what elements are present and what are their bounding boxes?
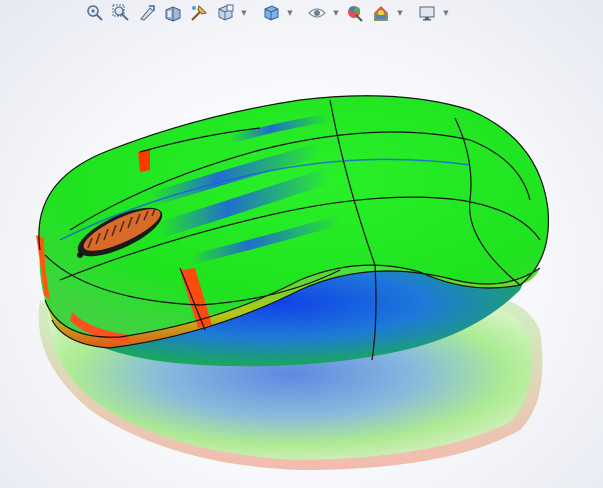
curvature-model[interactable] — [0, 0, 603, 488]
graphics-viewport[interactable]: ▼ ▼ ▼ ▼ ▼ — [0, 0, 603, 488]
